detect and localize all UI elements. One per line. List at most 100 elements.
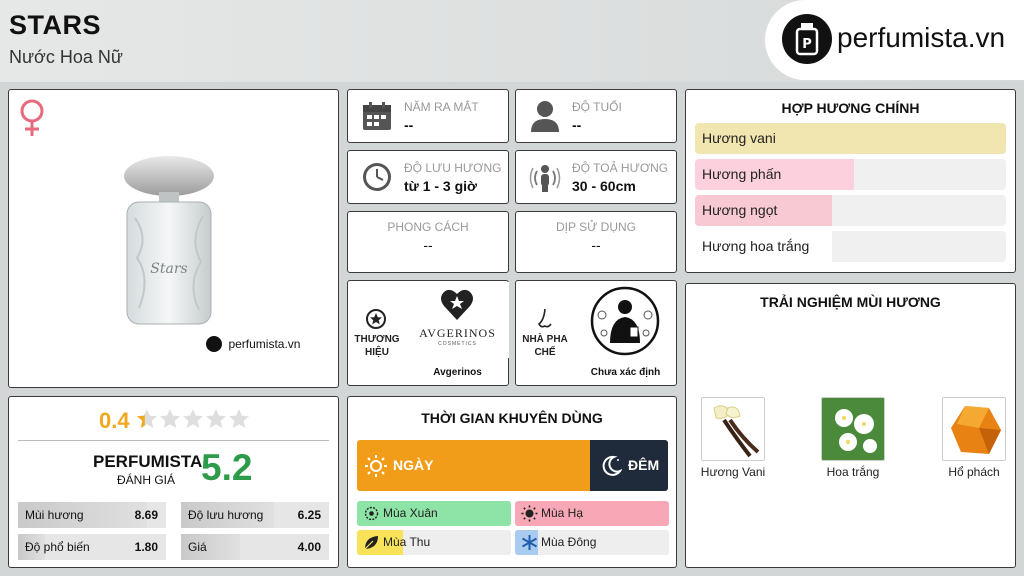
- day-segment: NGÀY: [357, 440, 590, 491]
- sillage-card: ĐỘ TOẢ HƯƠNG 30 - 60cm: [515, 150, 677, 204]
- page-title: STARS: [9, 10, 102, 40]
- header: STARS Nước Hoa Nữ P perfumista.vn: [0, 0, 1024, 82]
- longevity-card: ĐỘ LƯU HƯƠNG từ 1 - 3 giờ: [347, 150, 509, 204]
- star-icon[interactable]: [159, 408, 181, 430]
- site-logo[interactable]: P perfumista.vn: [765, 0, 1024, 80]
- accords-title: HỢP HƯƠNG CHÍNH: [781, 100, 920, 116]
- rating-card: 0.4 PERFUMISTA ĐÁNH GIÁ 5.2 Mùi hương 8.6…: [8, 396, 339, 568]
- summer-icon: [521, 505, 538, 522]
- season-label: Mùa Hạ: [541, 506, 584, 520]
- white-flower-icon: [821, 397, 885, 461]
- note-amber-label: Hổ phách: [948, 465, 1000, 479]
- occasion-label: DỊP SỬ DỤNG: [555, 220, 637, 234]
- season-label: Mùa Thu: [383, 535, 431, 549]
- perfumer-card[interactable]: NHÀ PHA CHẾ Chưa xác định: [515, 280, 677, 386]
- autumn-icon: [364, 536, 378, 550]
- release-year-value: --: [404, 117, 414, 133]
- accord-name: Hương ngọt: [702, 202, 778, 218]
- metric-row: Mùi hương 8.69: [18, 502, 166, 528]
- moon-icon: [600, 455, 623, 482]
- season-winter: Mùa Đông: [515, 530, 669, 555]
- style-value: --: [423, 237, 433, 253]
- brand-label: THƯƠNG HIỆU: [354, 334, 400, 358]
- metric-value: 1.80: [134, 540, 158, 554]
- season-label: Mùa Xuân: [383, 506, 438, 520]
- rating-sub-label: ĐÁNH GIÁ: [117, 473, 176, 487]
- accord-name: Hương phấn: [702, 166, 782, 182]
- brand-logo-heart-icon: [441, 289, 473, 320]
- brand-logo[interactable]: AVGERINOS COSMETICS: [406, 282, 509, 358]
- brand-name: Avgerinos: [433, 367, 482, 378]
- age-value: --: [572, 117, 582, 133]
- metric-name: Độ phổ biến: [25, 540, 90, 554]
- night-label: ĐÊM: [628, 457, 660, 473]
- star-icon[interactable]: [228, 408, 250, 430]
- season-autumn: Mùa Thu: [357, 530, 511, 555]
- note-amber[interactable]: Hổ phách: [929, 397, 1019, 479]
- metric-value: 4.00: [297, 540, 321, 554]
- day-night-bar: NGÀY ĐÊM: [357, 440, 668, 491]
- perfumer-portrait[interactable]: [586, 285, 664, 357]
- accord-row: Hương ngọt: [695, 195, 1006, 226]
- longevity-label: ĐỘ LƯU HƯƠNG: [404, 161, 502, 175]
- sillage-label: ĐỘ TOẢ HƯƠNG: [572, 161, 669, 175]
- experience-title: TRẢI NGHIỆM MÙI HƯƠNG: [760, 294, 941, 310]
- brand-card[interactable]: THƯƠNG HIỆU AVGERINOS COSMETICS Avgerino…: [347, 280, 509, 386]
- spring-icon: [364, 506, 379, 521]
- usage-title: THỜI GIAN KHUYÊN DÙNG: [421, 410, 603, 426]
- longevity-value: từ 1 - 3 giờ: [404, 178, 477, 194]
- accord-row: Hương hoa trắng: [695, 231, 1006, 262]
- note-white-flower-label: Hoa trắng: [826, 465, 880, 479]
- watermark: perfumista.vn: [206, 335, 300, 353]
- perfumista-rating-label: PERFUMISTA: [93, 452, 203, 471]
- perfumista-score: 5.2: [201, 447, 253, 488]
- accord-name: Hương vani: [702, 130, 776, 146]
- main-accords-card: HỢP HƯƠNG CHÍNH Hương vani Hương phấn Hươn…: [685, 89, 1016, 273]
- style-label: PHONG CÁCH: [387, 220, 469, 234]
- logo-bottle-icon: P: [782, 14, 832, 64]
- bottle-script: Stars: [150, 261, 187, 277]
- person-icon: [530, 100, 560, 137]
- page-subtitle: Nước Hoa Nữ: [9, 47, 123, 67]
- metric-name: Mùi hương: [25, 508, 84, 522]
- season-spring: Mùa Xuân: [357, 501, 511, 526]
- accord-row: Hương vani: [695, 123, 1006, 154]
- calendar-icon: [362, 101, 392, 136]
- sillage-value: 30 - 60cm: [572, 178, 636, 194]
- note-white-flower[interactable]: Hoa trắng: [808, 397, 898, 479]
- sillage-person-icon: [529, 161, 561, 198]
- amber-icon: [942, 397, 1006, 461]
- occasion-card: DỊP SỬ DỤNG --: [515, 211, 677, 273]
- star-badge-icon: [366, 309, 386, 334]
- female-gender-icon: [17, 98, 47, 143]
- occasion-value: --: [591, 237, 601, 253]
- age-card: ĐỘ TUỔI --: [515, 89, 677, 143]
- perfumer-avatar-icon: [590, 286, 660, 356]
- clock-icon: [362, 162, 392, 197]
- season-summer: Mùa Hạ: [515, 501, 669, 526]
- user-score: 0.4: [99, 408, 130, 433]
- star-icon[interactable]: [182, 408, 204, 430]
- age-label: ĐỘ TUỔI: [572, 100, 622, 114]
- brand-logo-sub: COSMETICS: [438, 341, 477, 347]
- metric-name: Độ lưu hương: [188, 508, 264, 522]
- scent-experience-card: TRẢI NGHIỆM MÙI HƯƠNG Hương Vani Hoa trắ…: [685, 283, 1016, 568]
- sun-icon: [365, 455, 387, 482]
- star-icon[interactable]: [136, 408, 158, 430]
- nose-icon: [536, 308, 554, 335]
- star-icon[interactable]: [205, 408, 227, 430]
- winter-icon: [522, 535, 537, 550]
- watermark-bottle-icon: [206, 335, 222, 352]
- note-vanilla[interactable]: Hương Vani: [688, 397, 778, 479]
- season-label: Mùa Đông: [541, 535, 597, 549]
- perfumer-name: Chưa xác định: [590, 367, 661, 378]
- accord-row: Hương phấn: [695, 159, 1006, 190]
- recommended-time-card: THỜI GIAN KHUYÊN DÙNG NGÀY ĐÊM Mùa Xuân M…: [347, 396, 677, 568]
- note-vanilla-label: Hương Vani: [700, 465, 766, 479]
- star-rating[interactable]: [136, 408, 251, 432]
- release-year-label: NĂM RA MẮT: [404, 100, 479, 114]
- release-year-card: NĂM RA MẮT --: [347, 89, 509, 143]
- night-segment: ĐÊM: [590, 440, 668, 491]
- logo-text: perfumista.vn: [837, 22, 1006, 53]
- vanilla-icon: [701, 397, 765, 461]
